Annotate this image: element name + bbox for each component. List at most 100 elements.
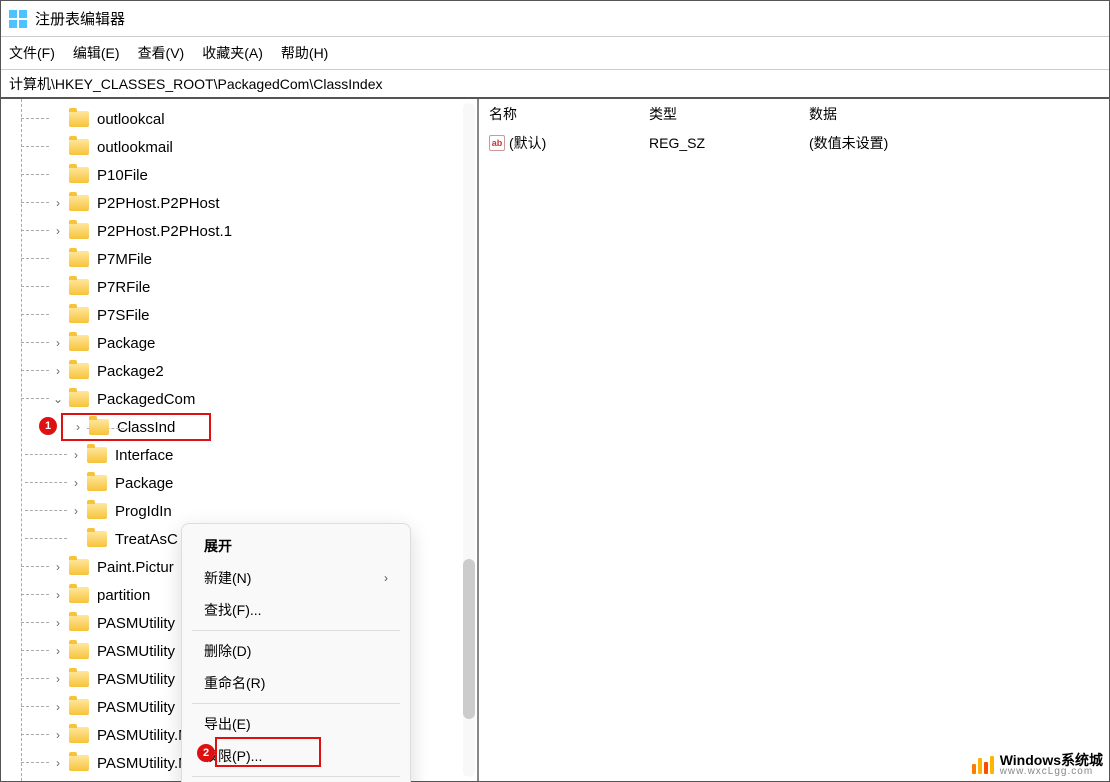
- tree-item-packagedcom[interactable]: ⌄ PackagedCom: [1, 385, 477, 413]
- list-header[interactable]: 名称 类型 数据: [479, 99, 1109, 129]
- tree-item-label: P7MFile: [97, 251, 152, 268]
- annotation-marker-1: 1: [39, 417, 57, 435]
- col-header-name[interactable]: 名称: [489, 104, 649, 124]
- expand-icon[interactable]: ›: [51, 700, 65, 714]
- tree-item-label: Paint.Pictur: [97, 559, 174, 576]
- address-path: 计算机\HKEY_CLASSES_ROOT\PackagedCom\ClassI…: [9, 76, 382, 92]
- annotation-marker-2: 2: [197, 744, 215, 762]
- expand-icon[interactable]: ›: [69, 504, 83, 518]
- folder-icon: [69, 195, 89, 211]
- tree-item-label: outlookmail: [97, 139, 173, 156]
- tree-item-package2[interactable]: › Package2: [1, 357, 477, 385]
- tree-item-label: Package: [97, 335, 155, 352]
- tree-item-interface[interactable]: ›Interface: [1, 441, 477, 469]
- tree-item-p10file[interactable]: P10File: [1, 161, 477, 189]
- menu-item-expand[interactable]: 展开: [182, 530, 410, 562]
- tree-item-progidin[interactable]: › ProgIdIn: [1, 497, 477, 525]
- tree-item-p2phost-p2phost[interactable]: › P2PHost.P2PHost: [1, 189, 477, 217]
- menu-view[interactable]: 查看(V): [138, 43, 185, 63]
- watermark-url: www.wxcLgg.com: [1000, 767, 1103, 777]
- tree-item-p7sfile[interactable]: P7SFile: [1, 301, 477, 329]
- tree-item-outlookmail[interactable]: outlookmail: [1, 133, 477, 161]
- tree-item-p2phost-p2phost-1[interactable]: ›P2PHost.P2PHost.1: [1, 217, 477, 245]
- menu-item-rename[interactable]: 重命名(R): [182, 667, 410, 699]
- folder-icon: [69, 363, 89, 379]
- tree-item-classind[interactable]: › ClassInd: [61, 413, 211, 441]
- menu-item-export[interactable]: 导出(E): [182, 708, 410, 740]
- tree-item-p7rfile[interactable]: P7RFile: [1, 273, 477, 301]
- expand-icon[interactable]: ›: [51, 224, 65, 238]
- tree-item-label: PackagedCom: [97, 391, 195, 408]
- menu-item-find[interactable]: 查找(F)...: [182, 594, 410, 626]
- tree-scrollbar-thumb[interactable]: [463, 559, 475, 719]
- tree-item-label: Package2: [97, 363, 164, 380]
- tree-item-label: TreatAsC: [115, 531, 178, 548]
- tree-item-label: PASMUtility: [97, 699, 175, 716]
- folder-icon: [69, 643, 89, 659]
- watermark-title: Windows系统城: [1000, 753, 1103, 767]
- tree-item-label: P10File: [97, 167, 148, 184]
- string-value-icon: ab: [489, 135, 505, 151]
- value-type: REG_SZ: [649, 135, 809, 151]
- menu-edit[interactable]: 编辑(E): [73, 43, 120, 63]
- list-row[interactable]: ab (默认) REG_SZ (数值未设置): [479, 129, 1109, 157]
- tree-item-label: P7RFile: [97, 279, 150, 296]
- expand-icon[interactable]: ›: [71, 420, 85, 434]
- folder-icon: [69, 111, 89, 127]
- folder-icon: [69, 755, 89, 771]
- collapse-icon[interactable]: ⌄: [51, 392, 65, 406]
- folder-icon: [69, 615, 89, 631]
- values-panel: 名称 类型 数据 ab (默认) REG_SZ (数值未设置): [479, 99, 1109, 781]
- folder-icon: [69, 559, 89, 575]
- tree-item-label: P2PHost.P2PHost: [97, 195, 220, 212]
- folder-icon: [87, 531, 107, 547]
- menu-help[interactable]: 帮助(H): [281, 43, 328, 63]
- col-header-type[interactable]: 类型: [649, 104, 809, 124]
- expand-icon[interactable]: ›: [51, 560, 65, 574]
- folder-icon: [69, 671, 89, 687]
- tree-item-label: ClassInd: [117, 419, 175, 436]
- expand-icon[interactable]: ›: [51, 196, 65, 210]
- expand-icon[interactable]: ›: [51, 756, 65, 770]
- expand-icon[interactable]: ›: [51, 644, 65, 658]
- folder-icon: [87, 447, 107, 463]
- watermark-logo-icon: [972, 756, 994, 774]
- expand-icon[interactable]: ›: [51, 616, 65, 630]
- value-data: (数值未设置): [809, 133, 1099, 153]
- tree-item-outlookcal[interactable]: outlookcal: [1, 105, 477, 133]
- tree-item-label: outlookcal: [97, 111, 165, 128]
- folder-icon: [87, 503, 107, 519]
- value-name: (默认): [509, 133, 546, 153]
- menu-item-new[interactable]: 新建(N)›: [182, 562, 410, 594]
- expand-icon[interactable]: ›: [51, 336, 65, 350]
- regedit-icon: [9, 10, 27, 28]
- expand-icon[interactable]: ›: [69, 448, 83, 462]
- chevron-right-icon: ›: [384, 571, 388, 585]
- tree-item-label: PASMUtility: [97, 615, 175, 632]
- tree-item-package[interactable]: ›Package: [1, 469, 477, 497]
- menu-file[interactable]: 文件(F): [9, 43, 55, 63]
- tree-item-label: partition: [97, 587, 150, 604]
- folder-icon: [87, 475, 107, 491]
- menu-item-delete[interactable]: 删除(D): [182, 635, 410, 667]
- menu-favorites[interactable]: 收藏夹(A): [202, 43, 263, 63]
- address-bar[interactable]: 计算机\HKEY_CLASSES_ROOT\PackagedCom\ClassI…: [1, 69, 1109, 99]
- expand-icon[interactable]: ›: [51, 672, 65, 686]
- annotation-highlight-permissions: [215, 737, 321, 767]
- expand-icon[interactable]: ›: [51, 728, 65, 742]
- watermark: Windows系统城 www.wxcLgg.com: [972, 753, 1103, 777]
- expand-icon[interactable]: ›: [51, 364, 65, 378]
- folder-icon: [89, 419, 109, 435]
- tree-item-label: PASMUtility: [97, 671, 175, 688]
- folder-icon: [69, 391, 89, 407]
- tree-item-label: ProgIdIn: [115, 503, 172, 520]
- expand-icon[interactable]: ›: [69, 476, 83, 490]
- tree-item-label: P7SFile: [97, 307, 150, 324]
- folder-icon: [69, 251, 89, 267]
- expand-icon[interactable]: ›: [51, 588, 65, 602]
- tree-item-label: PASMUtility: [97, 643, 175, 660]
- window-title: 注册表编辑器: [35, 8, 125, 29]
- tree-item-package[interactable]: › Package: [1, 329, 477, 357]
- col-header-data[interactable]: 数据: [809, 104, 1099, 124]
- tree-item-p7mfile[interactable]: P7MFile: [1, 245, 477, 273]
